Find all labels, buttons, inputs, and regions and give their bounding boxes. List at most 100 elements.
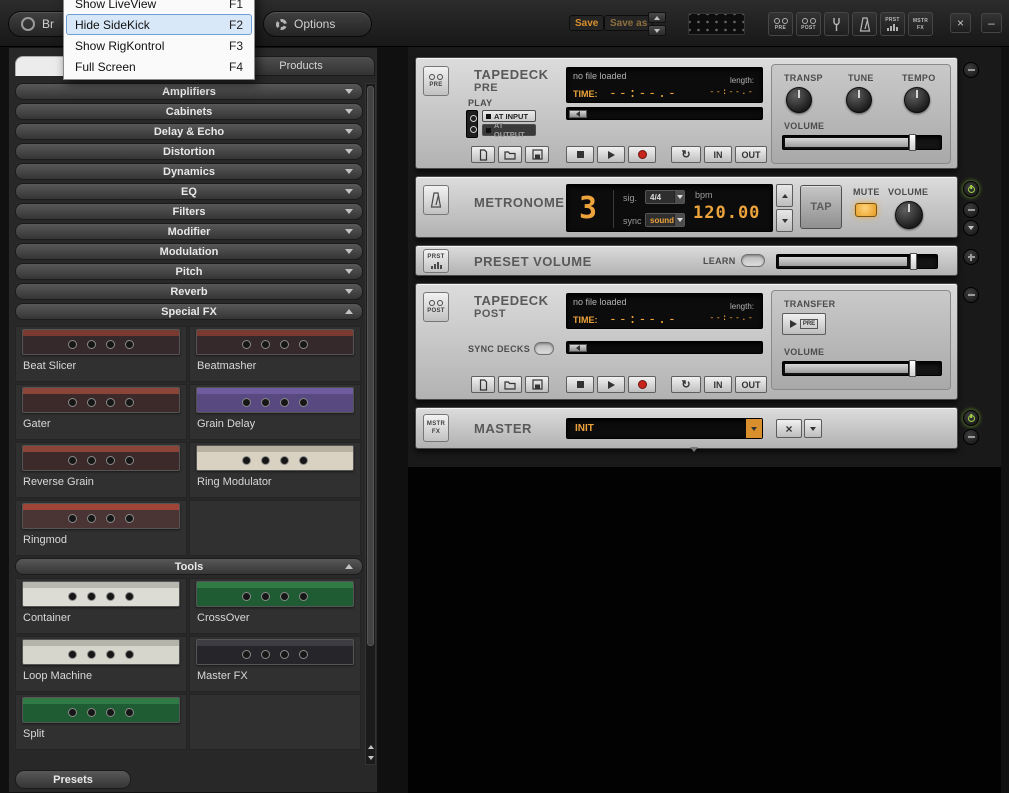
- record-button[interactable]: [628, 146, 656, 163]
- metronome-power-button[interactable]: [963, 181, 979, 197]
- new-file-button[interactable]: [471, 376, 495, 393]
- play-button[interactable]: [597, 146, 625, 163]
- product-ring-modulator[interactable]: Ring Modulator: [189, 442, 361, 498]
- category-modifier[interactable]: Modifier: [15, 223, 363, 240]
- tape-position-bar[interactable]: [566, 341, 763, 354]
- slider-handle[interactable]: [909, 360, 917, 377]
- clear-preset-button[interactable]: [776, 419, 802, 438]
- metronome-collapse-button[interactable]: [963, 202, 979, 218]
- preset-volume-icon[interactable]: PRST: [423, 249, 449, 273]
- sync-mode-select[interactable]: sound: [645, 213, 685, 227]
- loop-in-button[interactable]: IN: [704, 376, 732, 393]
- product-master-fx[interactable]: Master FX: [189, 636, 361, 692]
- product-split[interactable]: Split: [15, 694, 187, 750]
- category-dynamics[interactable]: Dynamics: [15, 163, 363, 180]
- category-filters[interactable]: Filters: [15, 203, 363, 220]
- product-reverse-grain[interactable]: Reverse Grain: [15, 442, 187, 498]
- transp-knob[interactable]: [786, 87, 812, 113]
- transfer-to-pre-button[interactable]: PRE: [782, 313, 826, 335]
- mute-led-button[interactable]: [855, 203, 877, 217]
- master-preset-select[interactable]: INIT: [566, 418, 763, 439]
- dropdown-arrow[interactable]: [746, 419, 762, 438]
- learn-toggle[interactable]: [741, 254, 765, 267]
- sync-decks-toggle[interactable]: [534, 342, 554, 355]
- at-output-button[interactable]: AT OUTPUT: [482, 121, 536, 139]
- category-pitch[interactable]: Pitch: [15, 263, 363, 280]
- preset-volume-expand-button[interactable]: [963, 249, 979, 265]
- tap-tempo-button[interactable]: TAP: [800, 185, 842, 229]
- rack-scroll-hint[interactable]: [690, 447, 698, 470]
- stop-button[interactable]: [566, 146, 594, 163]
- category-tools[interactable]: Tools: [15, 558, 363, 575]
- preset-menu-button[interactable]: [804, 419, 822, 438]
- category-cabinets[interactable]: Cabinets: [15, 103, 363, 120]
- scroll-down-button[interactable]: [366, 753, 375, 763]
- close-button[interactable]: [950, 13, 971, 33]
- category-delay-echo[interactable]: Delay & Echo: [15, 123, 363, 140]
- category-special-fx[interactable]: Special FX: [15, 303, 363, 320]
- slider-handle[interactable]: [909, 134, 917, 151]
- minimize-button[interactable]: [981, 13, 1002, 33]
- scrollbar-thumb[interactable]: [367, 86, 374, 646]
- slider-handle[interactable]: [909, 253, 917, 270]
- product-beat-slicer[interactable]: Beat Slicer: [15, 326, 187, 382]
- bpm-up-button[interactable]: [776, 184, 793, 207]
- stop-button[interactable]: [566, 376, 594, 393]
- quick-metronome-button[interactable]: [852, 12, 877, 36]
- tempo-knob[interactable]: [904, 87, 930, 113]
- save-button[interactable]: Save: [569, 15, 605, 31]
- product-crossover[interactable]: CrossOver: [189, 578, 361, 634]
- loop-button[interactable]: [671, 146, 701, 163]
- product-container[interactable]: Container: [15, 578, 187, 634]
- loop-in-button[interactable]: IN: [704, 146, 732, 163]
- open-file-button[interactable]: [498, 146, 522, 163]
- quick-master-fx-button[interactable]: MSTR FX: [908, 12, 933, 36]
- category-distortion[interactable]: Distortion: [15, 143, 363, 160]
- bpm-down-button[interactable]: [776, 209, 793, 232]
- master-collapse-button[interactable]: [963, 429, 979, 445]
- master-fx-icon[interactable]: MSTR FX: [423, 414, 449, 442]
- metronome-module-icon[interactable]: [423, 185, 449, 215]
- product-gater[interactable]: Gater: [15, 384, 187, 440]
- save-file-button[interactable]: [525, 146, 549, 163]
- loop-out-button[interactable]: OUT: [735, 376, 767, 393]
- save-as-button[interactable]: Save as: [604, 15, 654, 31]
- tapedeck-pre-icon[interactable]: PRE: [423, 66, 449, 96]
- preset-volume-slider[interactable]: [776, 253, 938, 270]
- product-beatmasher[interactable]: Beatmasher: [189, 326, 361, 382]
- loop-button[interactable]: [671, 376, 701, 393]
- quick-preset-volume-button[interactable]: PRST: [880, 12, 905, 36]
- quick-tapedeck-pre-button[interactable]: PRE: [768, 12, 793, 36]
- category-eq[interactable]: EQ: [15, 183, 363, 200]
- master-power-button[interactable]: [963, 410, 979, 426]
- menu-item-full-screen[interactable]: Full Screen F4: [66, 56, 252, 77]
- options-button[interactable]: Options: [263, 11, 372, 37]
- presets-button[interactable]: Presets: [15, 770, 131, 789]
- scroll-up-button[interactable]: [366, 742, 375, 752]
- quick-tapedeck-post-button[interactable]: POST: [796, 12, 821, 36]
- product-ringmod[interactable]: Ringmod: [15, 500, 187, 556]
- tape-position-bar[interactable]: [566, 107, 763, 120]
- save-file-button[interactable]: [525, 376, 549, 393]
- preset-down-button[interactable]: [648, 25, 666, 36]
- product-loop-machine[interactable]: Loop Machine: [15, 636, 187, 692]
- tune-knob[interactable]: [846, 87, 872, 113]
- scrub-handle[interactable]: [569, 110, 587, 118]
- record-button[interactable]: [628, 376, 656, 393]
- time-signature-select[interactable]: 4/4: [645, 190, 685, 204]
- new-file-button[interactable]: [471, 146, 495, 163]
- category-reverb[interactable]: Reverb: [15, 283, 363, 300]
- product-grain-delay[interactable]: Grain Delay: [189, 384, 361, 440]
- quick-tuner-button[interactable]: [824, 12, 849, 36]
- metronome-volume-knob[interactable]: [895, 201, 923, 229]
- open-file-button[interactable]: [498, 376, 522, 393]
- category-amplifiers[interactable]: Amplifiers: [15, 83, 363, 100]
- menu-item-hide-sidekick[interactable]: Hide SideKick F2: [66, 14, 252, 35]
- menu-item-show-liveview[interactable]: Show LiveView F1: [66, 0, 252, 14]
- tapedeck-post-collapse-button[interactable]: [963, 287, 979, 303]
- scrub-handle[interactable]: [569, 344, 587, 352]
- play-button[interactable]: [597, 376, 625, 393]
- category-modulation[interactable]: Modulation: [15, 243, 363, 260]
- tapedeck-post-volume-slider[interactable]: [782, 360, 942, 377]
- menu-item-show-rigkontrol[interactable]: Show RigKontrol F3: [66, 35, 252, 56]
